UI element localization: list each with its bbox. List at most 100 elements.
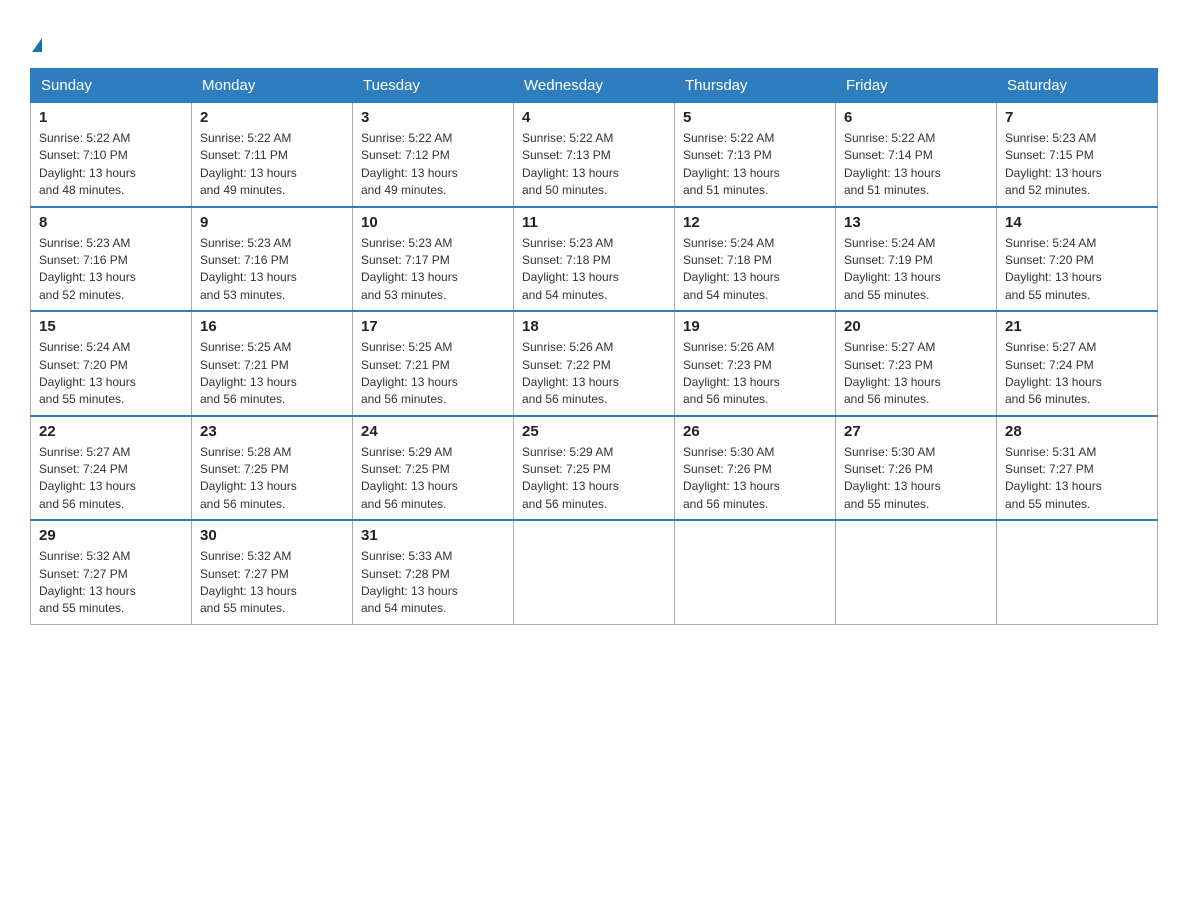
day-info: Sunrise: 5:23 AMSunset: 7:15 PMDaylight:…: [1005, 130, 1149, 200]
day-number: 2: [200, 109, 344, 126]
weekday-header-sunday: Sunday: [31, 69, 192, 103]
day-number: 1: [39, 109, 183, 126]
day-info: Sunrise: 5:30 AMSunset: 7:26 PMDaylight:…: [683, 444, 827, 514]
weekday-header-friday: Friday: [836, 69, 997, 103]
weekday-header-wednesday: Wednesday: [514, 69, 675, 103]
day-number: 31: [361, 527, 505, 544]
calendar-cell: 31Sunrise: 5:33 AMSunset: 7:28 PMDayligh…: [353, 520, 514, 624]
day-info: Sunrise: 5:22 AMSunset: 7:13 PMDaylight:…: [522, 130, 666, 200]
calendar-cell: 11Sunrise: 5:23 AMSunset: 7:18 PMDayligh…: [514, 207, 675, 312]
day-info: Sunrise: 5:23 AMSunset: 7:16 PMDaylight:…: [200, 235, 344, 305]
day-info: Sunrise: 5:23 AMSunset: 7:16 PMDaylight:…: [39, 235, 183, 305]
calendar-cell: 7 Sunrise: 5:23 AMSunset: 7:15 PMDaylight…: [997, 103, 1158, 207]
day-number: 8: [39, 214, 183, 231]
calendar-cell: [836, 520, 997, 624]
week-row-3: 15Sunrise: 5:24 AMSunset: 7:20 PMDayligh…: [31, 311, 1158, 416]
weekday-header-tuesday: Tuesday: [353, 69, 514, 103]
calendar-cell: 17 Sunrise: 5:25 AMSunset: 7:21 PMDayligh…: [353, 311, 514, 416]
day-info: Sunrise: 5:25 AMSunset: 7:21 PMDaylight:…: [200, 339, 344, 409]
day-info: Sunrise: 5:23 AMSunset: 7:17 PMDaylight:…: [361, 235, 505, 305]
day-number: 27: [844, 423, 988, 440]
day-number: 18: [522, 318, 666, 335]
calendar-cell: 26 Sunrise: 5:30 AMSunset: 7:26 PMDayligh…: [675, 416, 836, 521]
day-number: 21: [1005, 318, 1149, 335]
day-number: 9: [200, 214, 344, 231]
calendar-cell: 5 Sunrise: 5:22 AMSunset: 7:13 PMDaylight…: [675, 103, 836, 207]
day-info: Sunrise: 5:22 AMSunset: 7:14 PMDaylight:…: [844, 130, 988, 200]
calendar-cell: 8 Sunrise: 5:23 AMSunset: 7:16 PMDaylight…: [31, 207, 192, 312]
weekday-header-saturday: Saturday: [997, 69, 1158, 103]
logo-triangle-icon: [32, 38, 42, 52]
day-number: 17: [361, 318, 505, 335]
day-info: Sunrise: 5:29 AMSunset: 7:25 PMDaylight:…: [361, 444, 505, 514]
weekday-header-thursday: Thursday: [675, 69, 836, 103]
day-number: 4: [522, 109, 666, 126]
calendar-cell: 3Sunrise: 5:22 AMSunset: 7:12 PMDaylight…: [353, 103, 514, 207]
week-row-4: 22 Sunrise: 5:27 AMSunset: 7:24 PMDayligh…: [31, 416, 1158, 521]
day-number: 12: [683, 214, 827, 231]
calendar-cell: 27 Sunrise: 5:30 AMSunset: 7:26 PMDayligh…: [836, 416, 997, 521]
calendar-cell: 13 Sunrise: 5:24 AMSunset: 7:19 PMDayligh…: [836, 207, 997, 312]
calendar-cell: [514, 520, 675, 624]
weekday-header-monday: Monday: [192, 69, 353, 103]
day-info: Sunrise: 5:22 AMSunset: 7:11 PMDaylight:…: [200, 130, 344, 200]
day-number: 26: [683, 423, 827, 440]
day-number: 30: [200, 527, 344, 544]
week-row-5: 29Sunrise: 5:32 AMSunset: 7:27 PMDayligh…: [31, 520, 1158, 624]
day-number: 3: [361, 109, 505, 126]
day-info: Sunrise: 5:24 AMSunset: 7:20 PMDaylight:…: [1005, 235, 1149, 305]
calendar-cell: 9 Sunrise: 5:23 AMSunset: 7:16 PMDaylight…: [192, 207, 353, 312]
page-header: [30, 20, 1158, 58]
week-row-1: 1Sunrise: 5:22 AMSunset: 7:10 PMDaylight…: [31, 103, 1158, 207]
day-info: Sunrise: 5:27 AMSunset: 7:23 PMDaylight:…: [844, 339, 988, 409]
weekday-header-row: SundayMondayTuesdayWednesdayThursdayFrid…: [31, 69, 1158, 103]
day-number: 6: [844, 109, 988, 126]
day-info: Sunrise: 5:26 AMSunset: 7:22 PMDaylight:…: [522, 339, 666, 409]
day-number: 20: [844, 318, 988, 335]
calendar-cell: 30 Sunrise: 5:32 AMSunset: 7:27 PMDayligh…: [192, 520, 353, 624]
calendar-cell: 22 Sunrise: 5:27 AMSunset: 7:24 PMDayligh…: [31, 416, 192, 521]
calendar-cell: 15Sunrise: 5:24 AMSunset: 7:20 PMDayligh…: [31, 311, 192, 416]
day-number: 14: [1005, 214, 1149, 231]
calendar-cell: 24 Sunrise: 5:29 AMSunset: 7:25 PMDayligh…: [353, 416, 514, 521]
day-info: Sunrise: 5:26 AMSunset: 7:23 PMDaylight:…: [683, 339, 827, 409]
day-number: 10: [361, 214, 505, 231]
day-info: Sunrise: 5:32 AMSunset: 7:27 PMDaylight:…: [39, 548, 183, 618]
day-info: Sunrise: 5:32 AMSunset: 7:27 PMDaylight:…: [200, 548, 344, 618]
week-row-2: 8 Sunrise: 5:23 AMSunset: 7:16 PMDaylight…: [31, 207, 1158, 312]
day-info: Sunrise: 5:24 AMSunset: 7:18 PMDaylight:…: [683, 235, 827, 305]
calendar-cell: 16 Sunrise: 5:25 AMSunset: 7:21 PMDayligh…: [192, 311, 353, 416]
calendar-cell: [675, 520, 836, 624]
logo: [30, 30, 42, 58]
calendar-cell: [997, 520, 1158, 624]
calendar-cell: 12 Sunrise: 5:24 AMSunset: 7:18 PMDayligh…: [675, 207, 836, 312]
day-info: Sunrise: 5:22 AMSunset: 7:13 PMDaylight:…: [683, 130, 827, 200]
day-number: 7: [1005, 109, 1149, 126]
day-number: 22: [39, 423, 183, 440]
calendar-cell: 28 Sunrise: 5:31 AMSunset: 7:27 PMDayligh…: [997, 416, 1158, 521]
day-number: 11: [522, 214, 666, 231]
calendar-cell: 4 Sunrise: 5:22 AMSunset: 7:13 PMDaylight…: [514, 103, 675, 207]
day-number: 16: [200, 318, 344, 335]
day-info: Sunrise: 5:30 AMSunset: 7:26 PMDaylight:…: [844, 444, 988, 514]
calendar-cell: 18 Sunrise: 5:26 AMSunset: 7:22 PMDayligh…: [514, 311, 675, 416]
day-info: Sunrise: 5:28 AMSunset: 7:25 PMDaylight:…: [200, 444, 344, 514]
calendar-cell: 23 Sunrise: 5:28 AMSunset: 7:25 PMDayligh…: [192, 416, 353, 521]
day-info: Sunrise: 5:29 AMSunset: 7:25 PMDaylight:…: [522, 444, 666, 514]
day-info: Sunrise: 5:31 AMSunset: 7:27 PMDaylight:…: [1005, 444, 1149, 514]
day-info: Sunrise: 5:24 AMSunset: 7:20 PMDaylight:…: [39, 339, 183, 409]
day-number: 23: [200, 423, 344, 440]
calendar-table: SundayMondayTuesdayWednesdayThursdayFrid…: [30, 68, 1158, 625]
day-number: 13: [844, 214, 988, 231]
day-info: Sunrise: 5:25 AMSunset: 7:21 PMDaylight:…: [361, 339, 505, 409]
day-number: 28: [1005, 423, 1149, 440]
day-number: 5: [683, 109, 827, 126]
day-number: 25: [522, 423, 666, 440]
calendar-cell: 10 Sunrise: 5:23 AMSunset: 7:17 PMDayligh…: [353, 207, 514, 312]
calendar-cell: 29Sunrise: 5:32 AMSunset: 7:27 PMDayligh…: [31, 520, 192, 624]
day-number: 19: [683, 318, 827, 335]
calendar-cell: 20 Sunrise: 5:27 AMSunset: 7:23 PMDayligh…: [836, 311, 997, 416]
day-number: 24: [361, 423, 505, 440]
day-info: Sunrise: 5:24 AMSunset: 7:19 PMDaylight:…: [844, 235, 988, 305]
day-info: Sunrise: 5:27 AMSunset: 7:24 PMDaylight:…: [39, 444, 183, 514]
